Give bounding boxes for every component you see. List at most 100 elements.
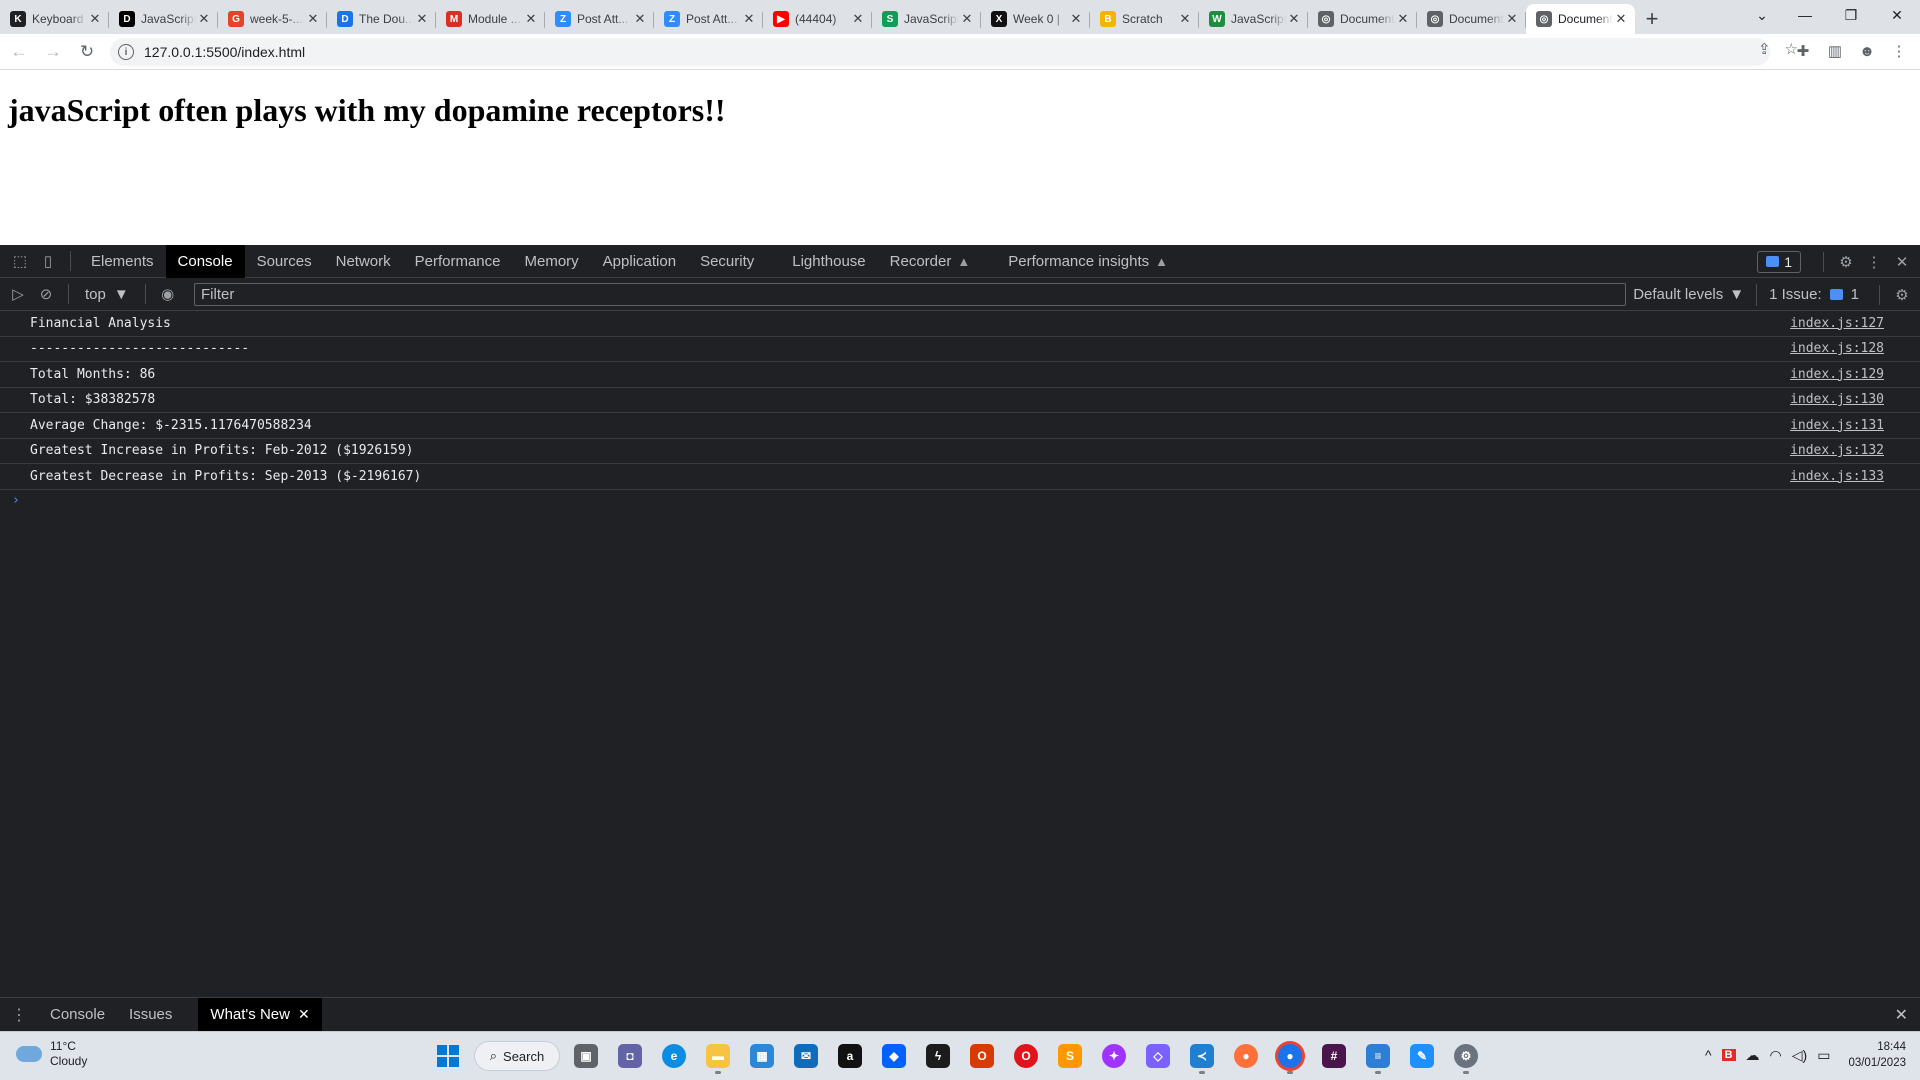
source-link[interactable]: index.js:132	[1790, 443, 1884, 458]
console-filter-input[interactable]	[194, 283, 1626, 306]
browser-tab[interactable]: ▶ (44404) ✕	[763, 4, 872, 34]
devtools-tab[interactable]: Security	[688, 245, 766, 278]
devtools-tab[interactable]: Recorder ▲	[878, 245, 983, 278]
close-tab-icon[interactable]: ✕	[414, 11, 430, 27]
devtools-menu-icon[interactable]: ⋮	[1860, 245, 1888, 278]
tray-overflow-chevron-icon[interactable]: ^	[1705, 1047, 1712, 1063]
close-window-button[interactable]: ✕	[1874, 0, 1920, 30]
devtools-tab[interactable]: Console	[165, 244, 245, 278]
menu-kebab-icon[interactable]: ⋮	[1888, 38, 1910, 64]
browser-tab[interactable]: S JavaScript ✕	[872, 4, 981, 34]
clock[interactable]: 18:44 03/01/2023	[1848, 1039, 1906, 1071]
notepad-icon[interactable]: ≡	[1360, 1037, 1396, 1075]
mail-icon[interactable]: ✉	[788, 1037, 824, 1075]
site-info-icon[interactable]: i	[118, 44, 134, 60]
share-icon[interactable]: ⇪	[1758, 40, 1771, 58]
address-bar[interactable]: i 127.0.0.1:5500/index.html	[110, 38, 1770, 66]
source-link[interactable]: index.js:133	[1790, 469, 1884, 484]
close-tab-icon[interactable]: ✕	[741, 11, 757, 27]
sidebar-toggle-icon[interactable]: ▷	[4, 278, 32, 311]
dropbox-icon[interactable]: ◆	[876, 1037, 912, 1075]
task-view-icon[interactable]: ▣	[568, 1037, 604, 1075]
extensions-puzzle-icon[interactable]: ✚	[1792, 38, 1814, 64]
devtools-tab[interactable]: Application	[591, 245, 688, 278]
close-tab-icon[interactable]: ✕	[959, 11, 975, 27]
firefox-icon[interactable]: ●	[1228, 1037, 1264, 1075]
close-tab-icon[interactable]: ✕	[1395, 11, 1411, 27]
amazon-icon[interactable]: a	[832, 1037, 868, 1075]
battery-icon[interactable]: ▭	[1817, 1047, 1830, 1064]
devtools-tab[interactable]: Lighthouse	[780, 245, 877, 278]
wifi-icon[interactable]: ◠	[1770, 1047, 1782, 1064]
taskbar-search-button[interactable]: ⌕ Search	[474, 1041, 560, 1071]
issues-count-button[interactable]: 1 Issue: 1	[1756, 283, 1871, 306]
close-tab-icon[interactable]: ✕	[523, 11, 539, 27]
microsoft-store-icon[interactable]: ▦	[744, 1037, 780, 1075]
close-tab-icon[interactable]: ✕	[632, 11, 648, 27]
close-tab-icon[interactable]: ✕	[298, 1006, 310, 1023]
browser-tab[interactable]: B Scratch ✕	[1090, 4, 1199, 34]
issues-badge[interactable]: 1	[1757, 250, 1801, 273]
browser-tab[interactable]: Gweek-5-... ✕	[218, 4, 327, 34]
browser-tab[interactable]: M Module ... ✕	[436, 4, 545, 34]
close-tab-icon[interactable]: ✕	[1286, 11, 1302, 27]
minimize-button[interactable]: —	[1782, 0, 1828, 30]
settings-icon[interactable]: ⚙	[1448, 1037, 1484, 1075]
browser-tab[interactable]: X Week 0 | ✕	[981, 4, 1090, 34]
close-tab-icon[interactable]: ✕	[1068, 11, 1084, 27]
source-link[interactable]: index.js:131	[1790, 418, 1884, 433]
browser-tab[interactable]: ◎ Document ✕	[1526, 4, 1635, 34]
browser-tab[interactable]: D JavaScript ✕	[109, 4, 218, 34]
browser-tab[interactable]: W JavaScript ✕	[1199, 4, 1308, 34]
source-link[interactable]: index.js:129	[1790, 367, 1884, 382]
browser-tab[interactable]: Z Post Att... ✕	[654, 4, 763, 34]
browser-tab[interactable]: K Keyboard ✕	[0, 4, 109, 34]
source-link[interactable]: index.js:128	[1790, 341, 1884, 356]
close-tab-icon[interactable]: ✕	[1504, 11, 1520, 27]
sublime-text-icon[interactable]: S	[1052, 1037, 1088, 1075]
opera-icon[interactable]: O	[1008, 1037, 1044, 1075]
file-explorer-icon[interactable]: ▬	[700, 1037, 736, 1075]
devtools-tab[interactable]: Memory	[513, 245, 591, 278]
forward-button[interactable]: →	[38, 37, 68, 67]
git-client-icon[interactable]: ◇	[1140, 1037, 1176, 1075]
inspect-element-icon[interactable]: ⬚	[6, 245, 34, 278]
profile-avatar[interactable]: ☻	[1856, 38, 1878, 64]
drawer-tab-issues[interactable]: Issues	[117, 998, 184, 1031]
browser-tab[interactable]: D The Dou... ✕	[327, 4, 436, 34]
devtools-tab[interactable]: Elements	[79, 245, 166, 278]
source-link[interactable]: index.js:127	[1790, 316, 1884, 331]
browser-tab[interactable]: Z Post Att... ✕	[545, 4, 654, 34]
tab-search-chevron-icon[interactable]: ⌄	[1742, 0, 1782, 30]
weather-widget[interactable]: 11°C Cloudy	[16, 1039, 87, 1069]
devtools-tab[interactable]: Performance	[403, 245, 513, 278]
source-link[interactable]: index.js:130	[1790, 392, 1884, 407]
close-drawer-icon[interactable]: ✕	[1895, 1005, 1908, 1025]
back-button[interactable]: ←	[4, 37, 34, 67]
slack-icon[interactable]: #	[1316, 1037, 1352, 1075]
device-toolbar-icon[interactable]: ▯	[34, 245, 62, 278]
browser-tab[interactable]: ◎ Document ✕	[1417, 4, 1526, 34]
onedrive-cloud-icon[interactable]: ☁	[1746, 1047, 1760, 1064]
close-tab-icon[interactable]: ✕	[87, 11, 103, 27]
close-tab-icon[interactable]: ✕	[196, 11, 212, 27]
office-icon[interactable]: O	[964, 1037, 1000, 1075]
console-prompt[interactable]: ›	[0, 490, 1920, 512]
chrome-icon[interactable]: ●	[1272, 1037, 1308, 1075]
app-s-icon[interactable]: ϟ	[920, 1037, 956, 1075]
log-levels-dropdown[interactable]: Default levels ▼	[1621, 286, 1756, 303]
volume-icon[interactable]: ◁)	[1792, 1047, 1807, 1064]
paint-icon[interactable]: ✎	[1404, 1037, 1440, 1075]
restore-button[interactable]: ❐	[1828, 0, 1874, 30]
start-button[interactable]	[430, 1037, 466, 1075]
new-tab-button[interactable]: +	[1635, 4, 1669, 34]
settings-gear-icon[interactable]: ⚙	[1832, 245, 1860, 278]
browser-tab[interactable]: ◎ Document ✕	[1308, 4, 1417, 34]
close-tab-icon[interactable]: ✕	[1177, 11, 1193, 27]
close-tab-icon[interactable]: ✕	[1613, 11, 1629, 27]
close-tab-icon[interactable]: ✕	[305, 11, 321, 27]
close-devtools-icon[interactable]: ✕	[1888, 245, 1916, 278]
live-expression-eye-icon[interactable]: ◉	[154, 278, 182, 311]
drawer-tab-console[interactable]: Console	[38, 998, 117, 1031]
messenger-icon[interactable]: ✦	[1096, 1037, 1132, 1075]
